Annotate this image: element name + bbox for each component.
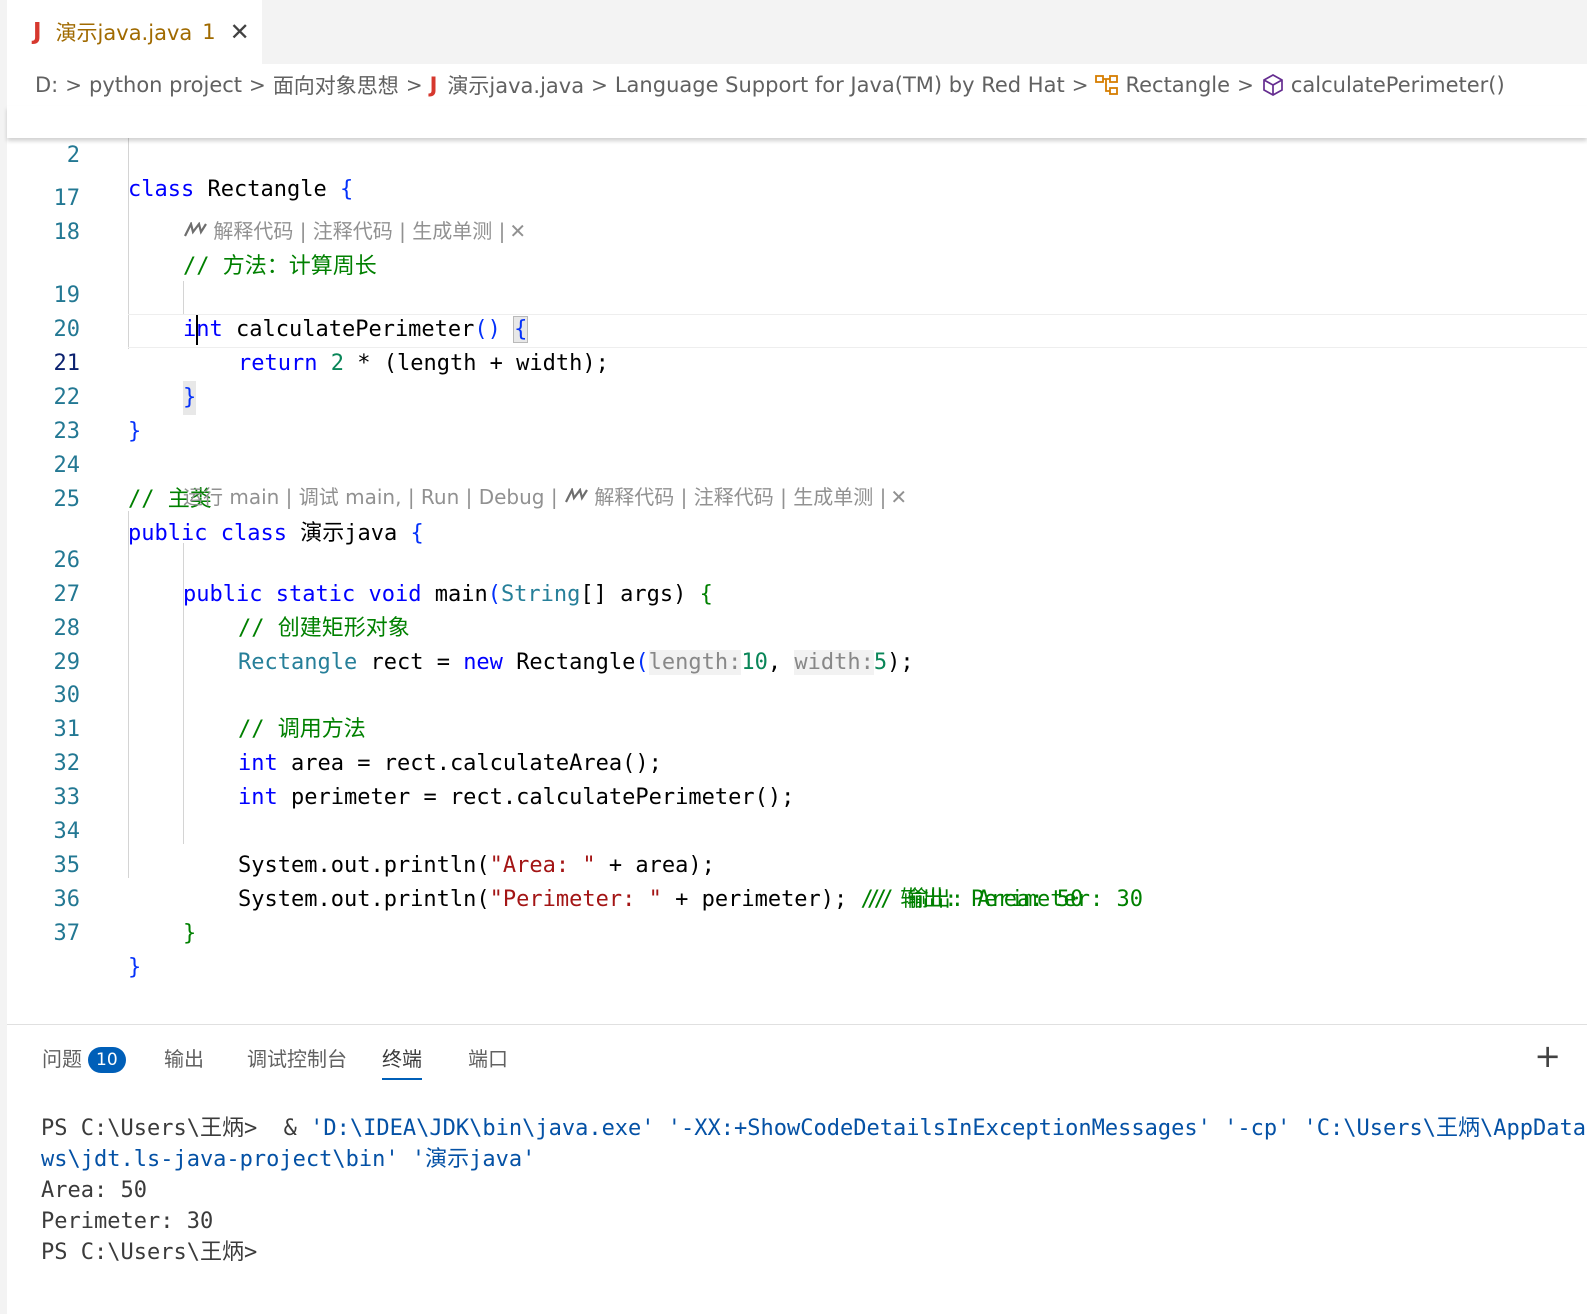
line-number: 37 [53, 921, 81, 946]
close-icon[interactable]: ✕ [509, 219, 526, 243]
terminal-prompt: PS C:\Users\王炳> [41, 1240, 258, 1265]
ai-assistant-icon [564, 485, 594, 509]
code-line-29: 29 [7, 612, 1587, 675]
code-line-26: 26 public static void main(String[] args… [7, 510, 1587, 607]
code-line-23: 23 [7, 381, 1587, 444]
breadcrumb-item-folder[interactable]: python project [89, 73, 242, 97]
code-editor[interactable]: 17 18 // 方法：计算周长 解释代码 | 注释代码 | 生成单测 | ✕ 1… [7, 138, 1587, 1024]
brace: } [183, 921, 197, 946]
terminal-line: Perimeter: 30 [41, 1209, 214, 1234]
tab-output[interactable]: 输出 [164, 1043, 204, 1072]
editor-tab-bar: J 演示java.java 1 ✕ [7, 0, 1587, 64]
tab-debug-console[interactable]: 调试控制台 [247, 1043, 347, 1072]
tab-java-file[interactable]: J 演示java.java 1 ✕ [7, 0, 262, 64]
code-line-34: 34 System.out.println("Area: " + area); … [7, 781, 1587, 912]
code-line-22: 22 } [7, 347, 1587, 444]
text-cursor [196, 315, 198, 345]
code-line-33: 33 [7, 747, 1587, 810]
brace: } [128, 955, 142, 980]
tab-title: 演示java.java [55, 21, 193, 45]
codelens-links[interactable]: 解释代码 | 注释代码 | 生成单测 | [213, 219, 505, 243]
sticky-line: 2 class Rectangle { [7, 105, 1587, 202]
chevron-right-icon: > [65, 73, 83, 97]
codelens-links[interactable]: 解释代码 | 注释代码 | 生成单测 | [594, 485, 886, 509]
codelens-run-links[interactable]: 运行 main | 调试 main, | Run | Debug | [183, 485, 564, 509]
breadcrumb-item-file[interactable]: 演示java.java [447, 70, 584, 100]
terminal-line: PS C:\Users\王炳> & 'D:\IDEA\JDK\bin\java.… [41, 1113, 1587, 1144]
keyword: class [128, 177, 195, 202]
tab-label: 问题 [42, 1047, 82, 1071]
chevron-right-icon: > [1071, 73, 1089, 97]
chevron-right-icon: > [1237, 73, 1254, 97]
code-line-20: 20 return 2 * (length + width); [7, 279, 1587, 376]
breadcrumb-item-method[interactable]: calculatePerimeter() [1291, 73, 1505, 97]
code-line-31: 31 int area = rect.calculateArea(); [7, 679, 1587, 776]
code-line-19: 19 int calculatePerimeter() { [7, 245, 1587, 343]
chevron-right-icon: > [591, 73, 608, 97]
breadcrumb: D: > python project > 面向对象思想 > J 演示java.… [7, 64, 1587, 106]
codelens-run-actions[interactable]: 运行 main | 调试 main, | Run | Debug | 解释代码 … [183, 482, 907, 512]
breadcrumb-item-class[interactable]: Rectangle [1125, 73, 1230, 97]
chevron-right-icon: > [249, 73, 266, 97]
new-terminal-plus-icon[interactable]: + [1534, 1037, 1561, 1075]
chevron-right-icon: > [405, 73, 423, 97]
problems-count-badge: 10 [88, 1047, 126, 1073]
java-file-icon: J [429, 73, 438, 97]
code-line-24: 24 // 主类 [7, 415, 1587, 512]
code-line-27: 27 // 创建矩形对象 [7, 544, 1587, 641]
breadcrumb-item-project[interactable]: Language Support for Java(TM) by Red Hat [615, 73, 1065, 97]
line-number: 2 [66, 143, 80, 168]
brace: { [339, 177, 354, 202]
close-icon[interactable]: ✕ [890, 485, 907, 509]
breadcrumb-item-subfolder[interactable]: 面向对象思想 [273, 70, 399, 100]
method-symbol-icon [1261, 73, 1285, 97]
code-line-28: 28 Rectangle rect = new Rectangle(length… [7, 578, 1587, 675]
terminal-command-args: 'D:\IDEA\JDK\bin\java.exe' '-XX:+ShowCod… [310, 1116, 1587, 1141]
panel-tab-bar: 问题 10 输出 调试控制台 终端 端口 + [7, 1025, 1587, 1089]
code-line-35: 35 System.out.println("Perimeter: " + pe… [7, 815, 1587, 912]
class-name: Rectangle [207, 177, 327, 202]
terminal-output[interactable]: PS C:\Users\王炳> & 'D:\IDEA\JDK\bin\java.… [41, 1113, 1587, 1268]
close-icon[interactable]: ✕ [230, 18, 250, 46]
class-symbol-icon [1095, 74, 1119, 96]
breadcrumb-item-drive[interactable]: D: [35, 73, 58, 97]
code-line-21: 21 } [7, 313, 1587, 415]
tab-problems[interactable]: 问题 10 [42, 1043, 126, 1073]
code-line-37: 37 } [7, 883, 1587, 980]
sticky-scroll-header[interactable]: 2 class Rectangle { [7, 105, 1587, 202]
tab-problem-count: 1 [202, 20, 216, 44]
terminal-prompt: PS C:\Users\王炳> & [41, 1116, 311, 1141]
tab-ports[interactable]: 端口 [468, 1043, 508, 1072]
codelens-ai-actions[interactable]: 解释代码 | 注释代码 | 生成单测 | ✕ [183, 216, 526, 246]
code-line-30: 30 // 调用方法 [7, 645, 1587, 742]
code-line-36: 36 } [7, 849, 1587, 946]
code-line-25: 25 public class 演示java { [7, 449, 1587, 546]
terminal-line: ws\jdt.ls-java-project\bin' '演示java' [41, 1147, 536, 1172]
activity-strip [0, 0, 7, 1314]
bottom-panel: 问题 10 输出 调试控制台 终端 端口 + PS C:\Users\王炳> & … [7, 1024, 1587, 1314]
code-line-32: 32 int perimeter = rect.calculatePerimet… [7, 713, 1587, 810]
tab-terminal[interactable]: 终端 [382, 1043, 422, 1080]
java-file-icon: J [33, 19, 42, 45]
terminal-line: Area: 50 [41, 1178, 147, 1203]
ai-assistant-icon [183, 219, 213, 243]
